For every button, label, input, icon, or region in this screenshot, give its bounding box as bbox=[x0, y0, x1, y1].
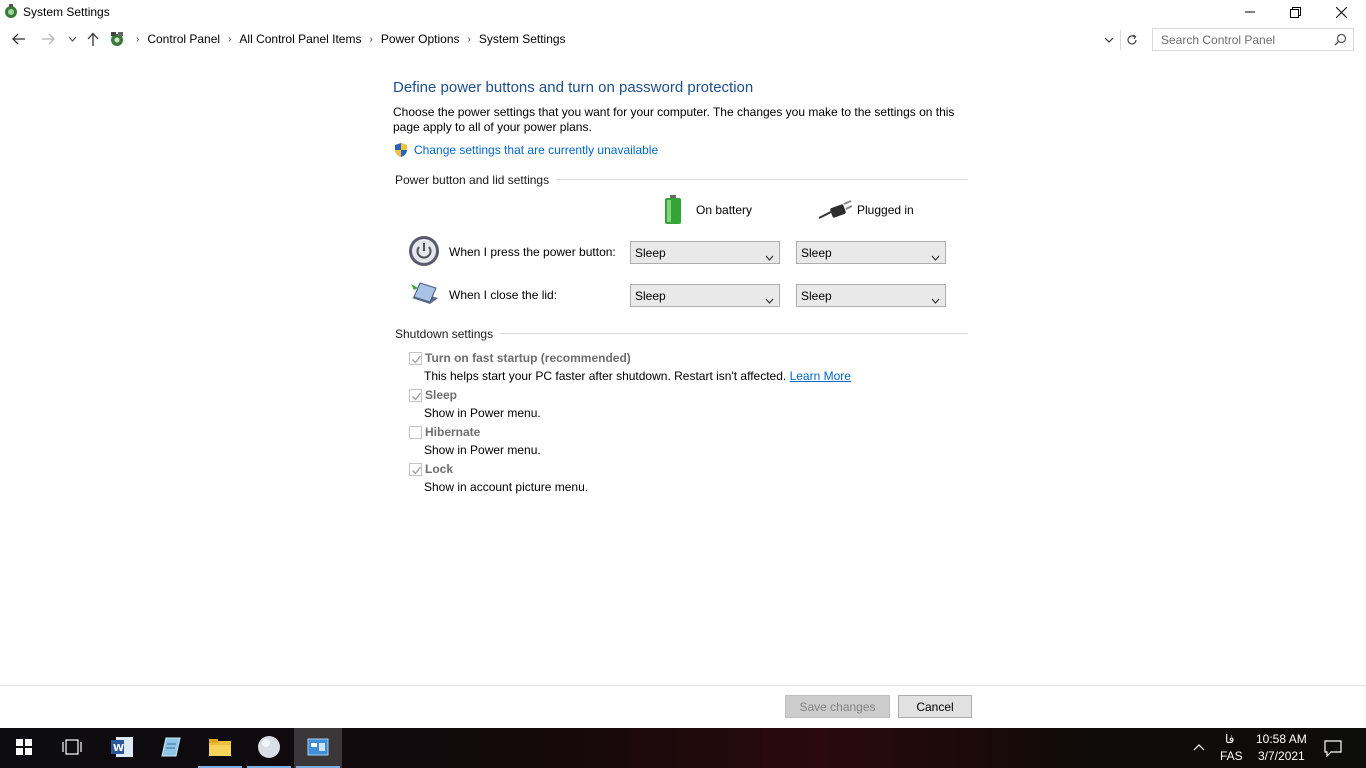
footer-divider bbox=[0, 685, 1366, 686]
taskbar-file-explorer[interactable] bbox=[196, 728, 244, 768]
select-value: Sleep bbox=[801, 288, 832, 303]
checkbox-checked[interactable] bbox=[409, 389, 422, 402]
battery-icon bbox=[663, 195, 683, 228]
breadcrumb-separator-icon[interactable]: › bbox=[228, 34, 231, 45]
notifications-icon[interactable] bbox=[1324, 739, 1342, 760]
checkbox-unchecked[interactable] bbox=[409, 426, 422, 439]
select-value: Sleep bbox=[801, 245, 832, 260]
chevron-down-icon bbox=[931, 293, 940, 307]
search-icon[interactable] bbox=[1334, 33, 1347, 49]
change-settings-link[interactable]: Change settings that are currently unava… bbox=[414, 143, 658, 157]
fast-startup-description: This helps start your PC faster after sh… bbox=[424, 369, 851, 383]
breadcrumb-all-items[interactable]: All Control Panel Items bbox=[239, 32, 361, 46]
hibernate-description: Show in Power menu. bbox=[424, 443, 541, 457]
power-button-icon bbox=[408, 235, 440, 267]
title-bar: System Settings bbox=[0, 0, 1366, 24]
windows-start-icon[interactable] bbox=[16, 738, 32, 758]
shutdown-section-header: Shutdown settings bbox=[395, 327, 494, 341]
fast-startup-label: Turn on fast startup (recommended) bbox=[425, 351, 631, 365]
address-dropdown-chevron-icon[interactable] bbox=[1100, 32, 1118, 48]
cancel-button[interactable]: Cancel bbox=[898, 695, 972, 718]
sleep-checkbox[interactable] bbox=[409, 389, 422, 402]
taskbar-app-circle[interactable] bbox=[245, 728, 293, 768]
breadcrumb-control-panel[interactable]: Control Panel bbox=[147, 32, 220, 46]
hibernate-label: Hibernate bbox=[425, 425, 481, 439]
power-button-battery-select[interactable]: Sleep bbox=[630, 241, 780, 264]
language-indicator-bottom[interactable]: FAS bbox=[1220, 749, 1243, 763]
power-button-plugged-select[interactable]: Sleep bbox=[796, 241, 946, 264]
breadcrumb-separator-icon[interactable]: › bbox=[369, 34, 372, 45]
checkbox-checked[interactable] bbox=[409, 463, 422, 476]
chevron-down-icon bbox=[931, 250, 940, 264]
show-hidden-icons-chevron-icon[interactable] bbox=[1193, 740, 1205, 754]
save-changes-button[interactable]: Save changes bbox=[785, 695, 890, 718]
recent-locations-chevron-icon[interactable] bbox=[62, 29, 82, 49]
section-divider bbox=[500, 333, 968, 334]
task-view-button[interactable] bbox=[48, 728, 96, 768]
taskbar: W فا FAS 10:58 AM 3/7/2021 bbox=[0, 728, 1366, 768]
taskbar-word[interactable]: W bbox=[98, 728, 146, 768]
search-box[interactable] bbox=[1152, 28, 1354, 51]
start-button[interactable] bbox=[0, 728, 48, 768]
app-circle-icon[interactable] bbox=[257, 735, 281, 762]
word-icon[interactable]: W bbox=[110, 736, 134, 761]
notepad-icon[interactable] bbox=[160, 736, 182, 761]
control-panel-icon[interactable] bbox=[307, 738, 329, 759]
fast-startup-desc-text: This helps start your PC faster after sh… bbox=[424, 369, 787, 383]
clock-time[interactable]: 10:58 AM bbox=[1256, 732, 1307, 746]
breadcrumb-power-options[interactable]: Power Options bbox=[381, 32, 460, 46]
select-value: Sleep bbox=[635, 288, 666, 303]
breadcrumb-separator-icon[interactable]: › bbox=[468, 34, 471, 45]
section-divider bbox=[556, 179, 968, 180]
close-button[interactable] bbox=[1318, 0, 1364, 24]
close-lid-plugged-select[interactable]: Sleep bbox=[796, 284, 946, 307]
lock-description: Show in account picture menu. bbox=[424, 480, 589, 494]
task-view-icon[interactable] bbox=[62, 738, 82, 758]
taskbar-notepad[interactable] bbox=[147, 728, 195, 768]
hibernate-checkbox[interactable] bbox=[409, 426, 422, 439]
breadcrumb-separator-icon[interactable]: › bbox=[136, 34, 139, 45]
lock-checkbox[interactable] bbox=[409, 463, 422, 476]
file-explorer-icon[interactable] bbox=[208, 737, 232, 760]
breadcrumb: › Control Panel › All Control Panel Item… bbox=[128, 32, 566, 46]
sleep-label: Sleep bbox=[425, 388, 458, 402]
checkbox-checked[interactable] bbox=[409, 352, 422, 365]
taskbar-control-panel[interactable] bbox=[294, 728, 342, 768]
chevron-down-icon bbox=[765, 250, 774, 264]
refresh-button[interactable] bbox=[1120, 30, 1142, 50]
restore-button[interactable] bbox=[1272, 0, 1318, 24]
plug-icon bbox=[817, 198, 853, 225]
power-options-icon bbox=[3, 3, 19, 19]
plugged-in-header: Plugged in bbox=[857, 203, 914, 217]
close-lid-battery-select[interactable]: Sleep bbox=[630, 284, 780, 307]
page-title: Define power buttons and turn on passwor… bbox=[393, 79, 754, 96]
close-lid-label: When I close the lid: bbox=[449, 288, 558, 302]
language-indicator-top[interactable]: فا bbox=[1225, 732, 1234, 746]
uac-shield-icon bbox=[393, 142, 409, 158]
control-panel-icon bbox=[108, 30, 126, 48]
up-button[interactable] bbox=[83, 29, 103, 49]
back-button[interactable] bbox=[9, 29, 29, 49]
search-input[interactable] bbox=[1153, 29, 1328, 50]
page-description: Choose the power settings that you want … bbox=[393, 105, 955, 134]
laptop-lid-icon bbox=[408, 278, 440, 310]
svg-text:W: W bbox=[113, 743, 124, 754]
learn-more-link[interactable]: Learn More bbox=[790, 369, 851, 383]
chevron-down-icon bbox=[765, 293, 774, 307]
on-battery-header: On battery bbox=[696, 203, 753, 217]
minimize-button[interactable] bbox=[1227, 0, 1273, 24]
power-section-header: Power button and lid settings bbox=[395, 173, 550, 187]
lock-label: Lock bbox=[425, 462, 454, 476]
window-title: System Settings bbox=[23, 5, 110, 19]
breadcrumb-system-settings[interactable]: System Settings bbox=[479, 32, 566, 46]
forward-button[interactable] bbox=[38, 29, 58, 49]
power-button-label: When I press the power button: bbox=[449, 245, 616, 259]
select-value: Sleep bbox=[635, 245, 666, 260]
clock-date[interactable]: 3/7/2021 bbox=[1258, 749, 1305, 763]
sleep-description: Show in Power menu. bbox=[424, 406, 541, 420]
fast-startup-checkbox[interactable] bbox=[409, 352, 422, 365]
